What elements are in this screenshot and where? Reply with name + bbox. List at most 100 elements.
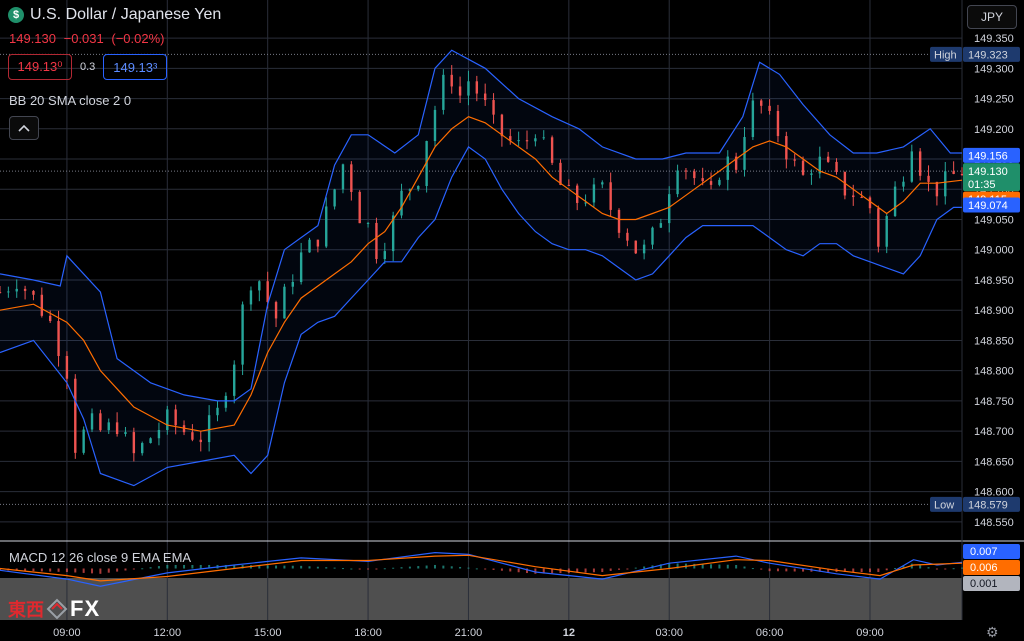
candle-body [400,190,403,216]
macd-histogram-bar [32,568,35,572]
buy-button[interactable]: 149.13³ [103,54,168,80]
macd-legend[interactable]: MACD 12 26 close 9 EMA EMA [9,550,191,565]
x-tick-label: 06:00 [756,627,784,639]
collapse-legend-button[interactable] [9,116,39,140]
macd-value-tag: 0.007 [970,546,998,558]
macd-histogram-bar [927,567,930,569]
macd-histogram-bar [626,568,629,570]
candle-body [918,151,922,176]
candle-body [350,164,353,192]
candle-body [333,189,336,207]
macd-histogram-bar [467,567,470,569]
candle-body [32,290,35,295]
x-tick-label: 12 [563,627,575,639]
candle-body [107,422,110,431]
candle-body [793,159,796,161]
settings-gear-icon[interactable]: ⚙ [986,624,999,641]
macd-histogram-bar [952,568,955,570]
price-change-line: 149.130 −0.031 (−0.02%) [9,31,169,46]
y-tick-label: 148.800 [974,366,1014,378]
x-tick-label: 03:00 [655,627,683,639]
y-tick-label: 148.650 [974,456,1014,468]
y-tick-label: 148.850 [974,335,1014,347]
macd-histogram-bar [350,568,353,570]
candle-body [266,281,269,303]
logo-fx-text: FX [70,596,101,621]
candle-body [684,170,688,172]
macd-histogram-bar [484,568,487,570]
macd-histogram-bar [634,567,637,569]
candle-body [634,240,637,254]
candle-body [877,208,880,247]
candle-body [500,114,504,137]
candle-body [224,395,228,408]
macd-histogram-bar [191,564,194,569]
last-price-tag: 149.130 [968,166,1008,178]
macd-histogram-bar [710,564,713,569]
candle-body [642,244,646,254]
candle-body [534,138,537,142]
candle-body [57,321,60,357]
dollar-icon: $ [8,7,24,23]
macd-histogram-bar [40,568,43,572]
macd-histogram-bar [107,568,110,573]
candle-body [249,290,253,305]
candle-body [935,181,939,197]
candle-body [492,100,495,115]
last-price: 149.130 [9,31,56,46]
macd-histogram-bar [776,568,779,572]
candle-body [617,209,621,233]
candle-body [676,170,679,195]
macd-histogram-bar [459,566,462,569]
candle-body [960,173,964,176]
candle-body [417,186,420,190]
macd-histogram-bar [408,566,411,569]
spread-value: 0.3 [80,61,96,73]
candle-body [366,222,370,224]
candle-body [450,74,453,87]
candle-body [433,109,437,142]
candle-body [7,291,10,293]
macd-histogram-bar [82,568,85,573]
macd-histogram-bar [919,564,922,569]
candle-body [868,197,872,209]
candle-body [291,281,294,287]
macd-histogram-bar [492,568,495,570]
macd-histogram-bar [961,567,963,569]
watermark-band [0,578,962,620]
candle-body [241,304,244,365]
candle-body [693,171,696,179]
macd-histogram-bar [718,564,721,569]
candle-body [74,378,77,453]
candle-body [860,197,863,199]
macd-histogram-bar [266,565,269,569]
candle-body [166,409,169,430]
candle-body [542,137,545,139]
macd-histogram-bar [149,567,152,569]
candle-body [358,191,361,224]
macd-histogram-bar [74,568,77,573]
sell-button[interactable]: 149.13⁰ [8,54,72,80]
macd-histogram-bar [877,568,880,573]
macd-histogram-bar [584,568,587,573]
y-tick-label: 149.200 [974,124,1014,136]
candle-body [668,194,671,224]
macd-histogram-bar [141,568,144,570]
currency-button[interactable]: JPY [967,5,1017,29]
macd-histogram-bar [618,568,621,570]
macd-histogram-bar [116,568,119,572]
bollinger-legend[interactable]: BB 20 SMA close 2 0 [9,93,131,108]
candle-body [283,286,286,319]
candle-body [567,184,571,186]
candle-body [826,156,830,162]
price-chart[interactable]: 149.350149.300149.250149.200149.150149.1… [0,0,1024,639]
macd-histogram-bar [868,568,871,573]
candle-body [65,356,69,379]
candle-body [893,186,897,217]
macd-histogram-bar [668,563,671,569]
macd-histogram-bar [375,568,378,570]
y-tick-label: 149.250 [974,94,1014,106]
candle-body [885,216,888,247]
candle-body [483,93,487,101]
macd-histogram-bar [392,567,395,569]
